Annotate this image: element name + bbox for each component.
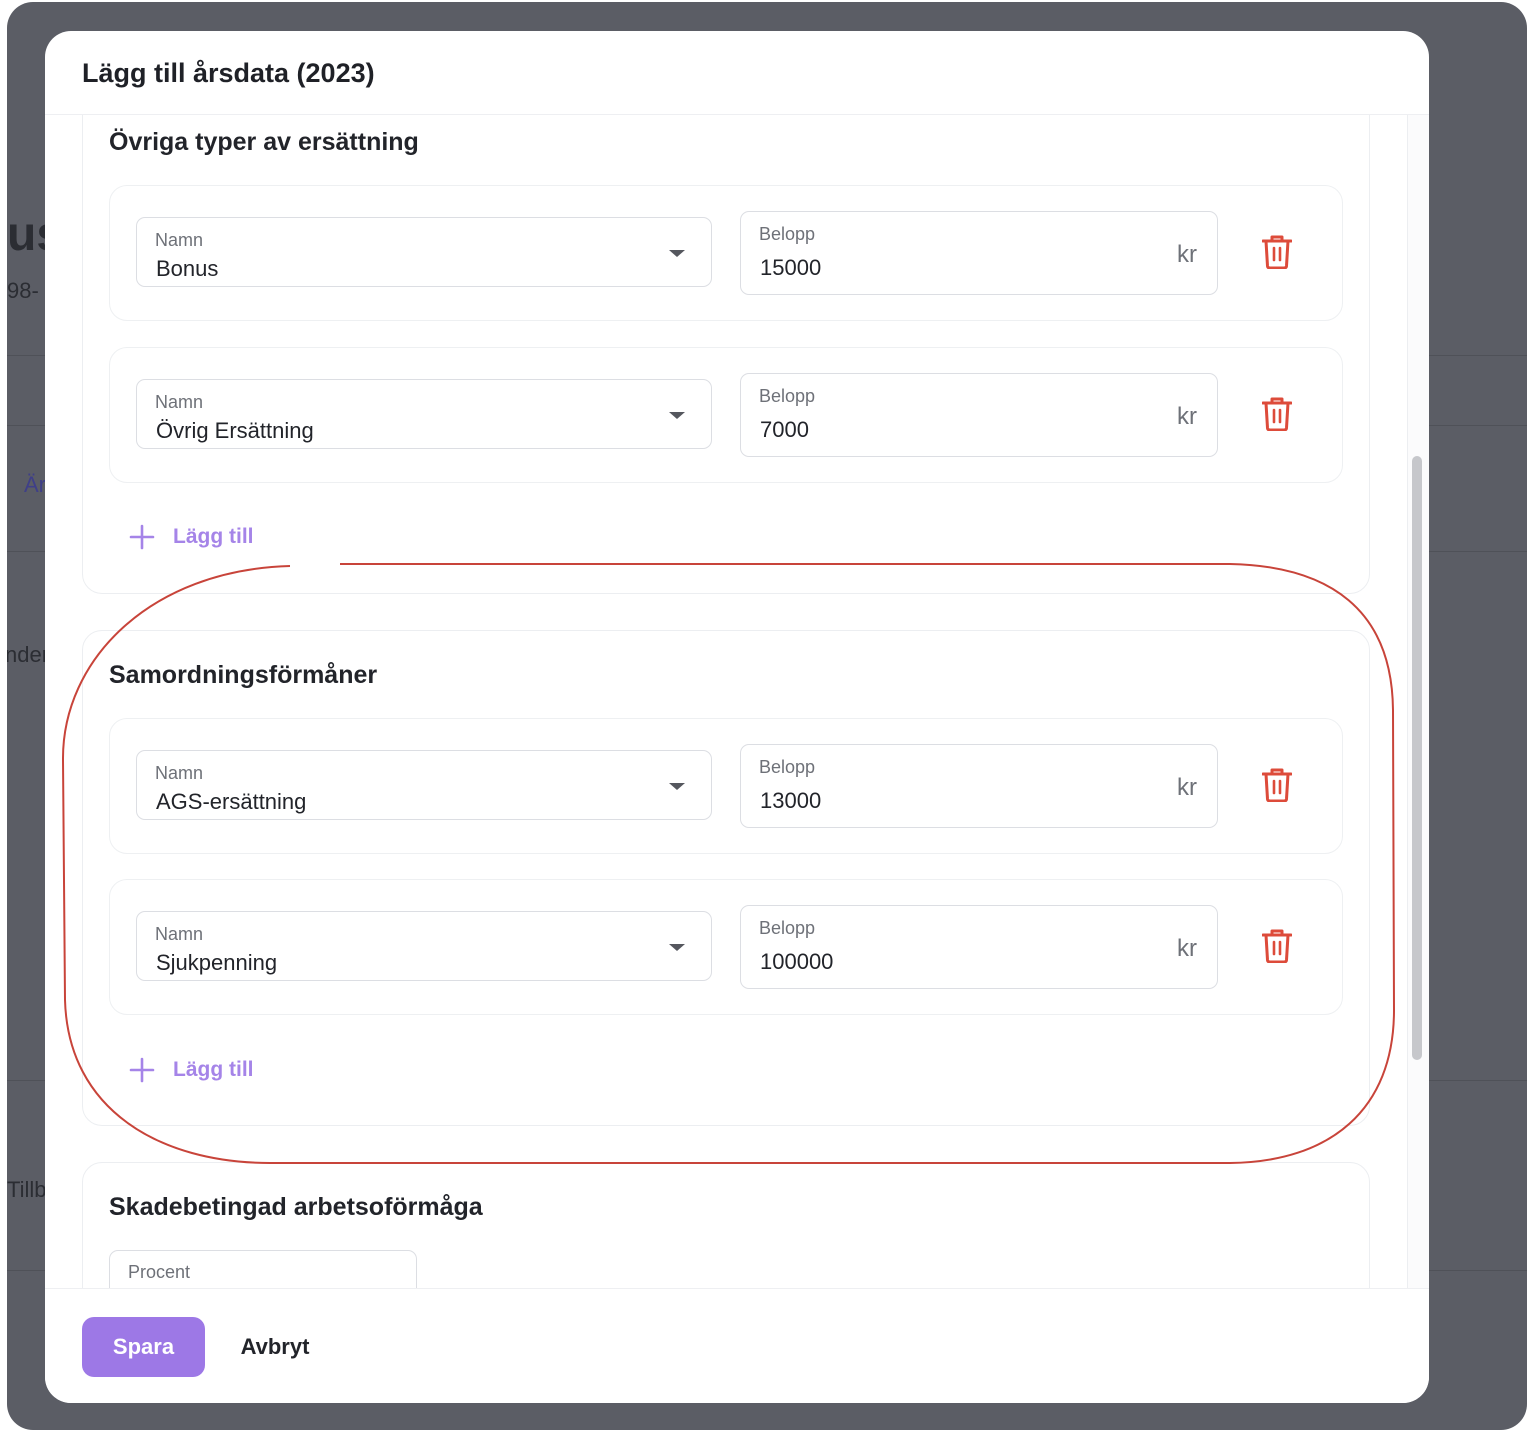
amount-input[interactable]: Belopp 7000 kr xyxy=(740,373,1218,457)
section-title: Samordningsförmåner xyxy=(109,661,378,689)
background-fragment: 98- xyxy=(7,278,39,303)
cancel-button[interactable]: Avbryt xyxy=(225,1317,325,1377)
scrollbar-thumb[interactable] xyxy=(1412,456,1422,1060)
currency-unit: kr xyxy=(1177,935,1197,962)
percent-input[interactable]: Procent xyxy=(109,1250,417,1288)
background-fragment: nder xyxy=(7,642,50,667)
name-value: Bonus xyxy=(156,256,219,281)
name-label: Namn xyxy=(155,763,204,783)
dialog-title: Lägg till årsdata (2023) xyxy=(82,58,375,88)
background-fragment: Tillb xyxy=(7,1177,47,1202)
amount-label: Belopp xyxy=(759,918,816,938)
amount-input[interactable]: Belopp 100000 kr xyxy=(740,905,1218,989)
chevron-down-icon xyxy=(669,412,685,419)
amount-value: 7000 xyxy=(760,417,809,442)
compensation-row: Namn Övrig Ersättning Belopp 7000 kr xyxy=(109,347,1343,483)
add-label: Lägg till xyxy=(173,525,254,548)
name-select[interactable]: Namn Sjukpenning xyxy=(136,911,712,981)
background-fragment: Är xyxy=(24,472,46,497)
name-select[interactable]: Namn Bonus xyxy=(136,217,712,287)
plus-icon xyxy=(129,1057,155,1083)
name-value: Sjukpenning xyxy=(156,950,278,975)
percent-label: Procent xyxy=(128,1262,191,1282)
benefit-row: Namn Sjukpenning Belopp 100000 kr xyxy=(109,879,1343,1015)
chevron-down-icon xyxy=(669,783,685,790)
currency-unit: kr xyxy=(1177,774,1197,801)
amount-value: 13000 xyxy=(760,788,822,813)
name-value: Övrig Ersättning xyxy=(156,418,314,443)
name-select[interactable]: Namn AGS-ersättning xyxy=(136,750,712,820)
save-button[interactable]: Spara xyxy=(82,1317,205,1377)
trash-icon[interactable] xyxy=(1262,235,1292,269)
amount-input[interactable]: Belopp 15000 kr xyxy=(740,211,1218,295)
amount-label: Belopp xyxy=(759,224,816,244)
coordination-benefits-section: Samordningsförmåner Namn AGS-ersättning … xyxy=(82,630,1370,1126)
amount-label: Belopp xyxy=(759,386,816,406)
work-capacity-section: Skadebetingad arbetsoförmåga Procent xyxy=(82,1162,1370,1288)
chevron-down-icon xyxy=(669,944,685,951)
section-title: Skadebetingad arbetsoförmåga xyxy=(109,1193,483,1221)
amount-value: 100000 xyxy=(760,949,834,974)
amount-input[interactable]: Belopp 13000 kr xyxy=(740,744,1218,828)
other-compensation-section: Övriga typer av ersättning Namn Bonus Be… xyxy=(82,115,1370,594)
currency-unit: kr xyxy=(1177,403,1197,430)
name-label: Namn xyxy=(155,924,204,944)
name-label: Namn xyxy=(155,392,204,412)
add-label: Lägg till xyxy=(173,1058,254,1081)
add-compensation-button[interactable]: Lägg till xyxy=(129,522,254,552)
trash-icon[interactable] xyxy=(1262,397,1292,431)
name-value: AGS-ersättning xyxy=(156,789,307,814)
currency-unit: kr xyxy=(1177,241,1197,268)
annual-data-dialog: Lägg till årsdata (2023) Övriga typer av… xyxy=(45,31,1429,1403)
trash-icon[interactable] xyxy=(1262,929,1292,963)
dialog-header: Lägg till årsdata (2023) xyxy=(45,31,1429,115)
dialog-footer: Spara Avbryt xyxy=(45,1288,1429,1403)
amount-value: 15000 xyxy=(760,255,822,280)
name-select[interactable]: Namn Övrig Ersättning xyxy=(136,379,712,449)
plus-icon xyxy=(129,524,155,550)
benefit-row: Namn AGS-ersättning Belopp 13000 kr xyxy=(109,718,1343,854)
chevron-down-icon xyxy=(669,250,685,257)
name-label: Namn xyxy=(155,230,204,250)
section-title: Övriga typer av ersättning xyxy=(109,128,419,156)
amount-label: Belopp xyxy=(759,757,816,777)
trash-icon[interactable] xyxy=(1262,768,1292,802)
compensation-row: Namn Bonus Belopp 15000 kr xyxy=(109,185,1343,321)
dialog-scroll-content[interactable]: Övriga typer av ersättning Namn Bonus Be… xyxy=(45,115,1407,1288)
add-benefit-button[interactable]: Lägg till xyxy=(129,1055,254,1085)
